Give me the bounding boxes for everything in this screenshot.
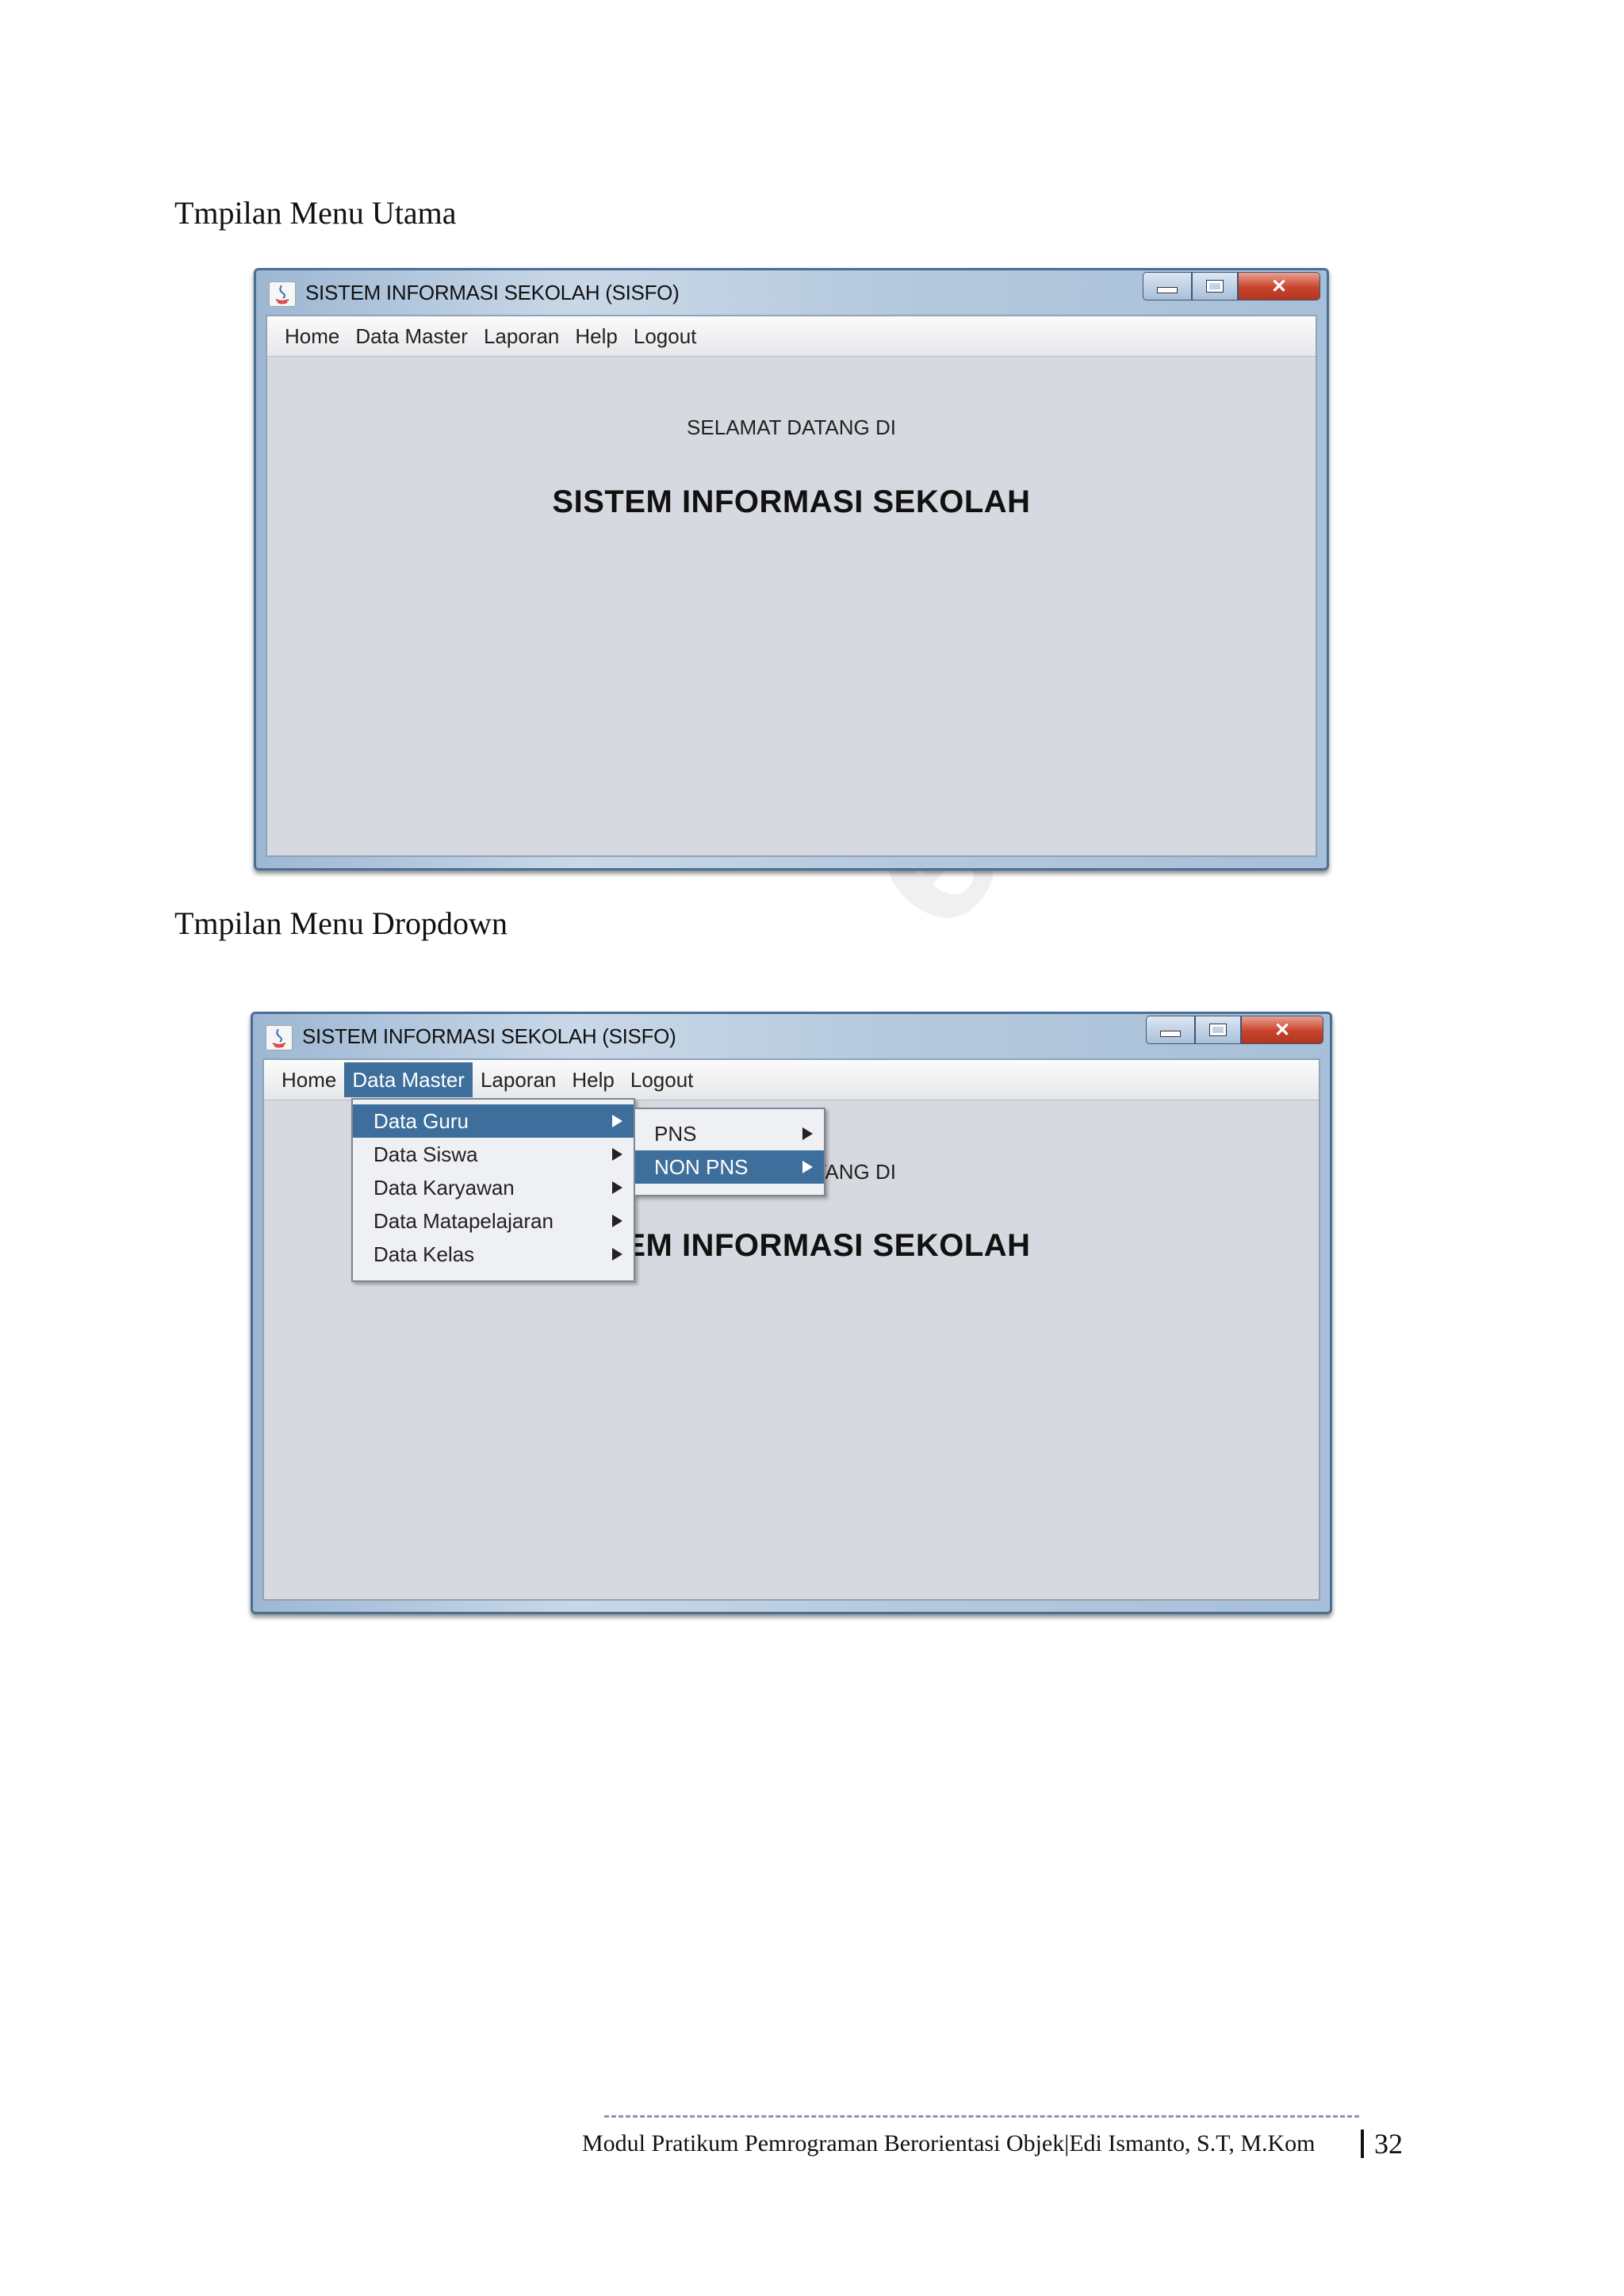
- submenu-arrow-icon: [802, 1127, 813, 1140]
- submenu-item-pns[interactable]: PNS: [635, 1117, 824, 1150]
- popup-item-label: Data Matapelajaran: [373, 1209, 553, 1233]
- popup-item-data-siswa[interactable]: Data Siswa: [353, 1138, 634, 1171]
- menu-help[interactable]: Help: [564, 1062, 622, 1097]
- menu-laporan[interactable]: Laporan: [473, 1062, 564, 1097]
- submenu-arrow-icon: [612, 1115, 622, 1127]
- menu-data-master[interactable]: Data Master: [347, 319, 476, 354]
- popup-item-label: Data Siswa: [373, 1142, 478, 1166]
- caption-main-menu: Tmpilan Menu Utama: [174, 195, 457, 231]
- minimize-icon: [1160, 1031, 1181, 1037]
- menu-help[interactable]: Help: [567, 319, 625, 354]
- footer-text: Modul Pratikum Pemrograman Berorientasi …: [582, 2130, 1316, 2156]
- submenu-item-label: PNS: [654, 1122, 697, 1146]
- menu-laporan[interactable]: Laporan: [476, 319, 567, 354]
- maximize-button[interactable]: [1192, 272, 1238, 300]
- maximize-icon: [1209, 1024, 1227, 1036]
- close-icon: ✕: [1274, 1019, 1291, 1041]
- close-button[interactable]: ✕: [1241, 1016, 1323, 1044]
- menu-bar: Home Data Master Laporan Help Logout: [267, 316, 1316, 357]
- window-title: SISTEM INFORMASI SEKOLAH (SISFO): [305, 281, 680, 304]
- menu-data-master[interactable]: Data Master: [344, 1062, 473, 1097]
- title-bar[interactable]: SISTEM INFORMASI SEKOLAH (SISFO) ✕: [256, 270, 1327, 313]
- submenu-arrow-icon: [612, 1148, 622, 1161]
- submenu-arrow-icon: [612, 1181, 622, 1194]
- footer-separator: [1361, 2130, 1364, 2158]
- java-icon: [266, 1025, 293, 1050]
- menu-logout[interactable]: Logout: [622, 1062, 702, 1097]
- content-panel: Home Data Master Laporan Help Logout SEL…: [266, 315, 1317, 857]
- menu-bar: Home Data Master Laporan Help Logout: [264, 1060, 1319, 1100]
- maximize-icon: [1206, 280, 1224, 293]
- data-master-popup: Data Guru Data Siswa Data Karyawan Data …: [351, 1098, 635, 1282]
- submenu-arrow-icon: [612, 1248, 622, 1261]
- data-guru-submenu: PNS NON PNS: [634, 1108, 825, 1196]
- minimize-button[interactable]: [1146, 1016, 1195, 1044]
- footer-divider: [604, 2115, 1359, 2118]
- minimize-button[interactable]: [1143, 272, 1192, 300]
- close-icon: ✕: [1270, 275, 1288, 297]
- submenu-arrow-icon: [612, 1215, 622, 1227]
- popup-item-data-guru[interactable]: Data Guru: [353, 1104, 634, 1138]
- popup-item-data-matapelajaran[interactable]: Data Matapelajaran: [353, 1204, 634, 1238]
- page-number: 32: [1374, 2128, 1403, 2160]
- dropdown-window: SISTEM INFORMASI SEKOLAH (SISFO) ✕ Home …: [251, 1012, 1332, 1614]
- maximize-button[interactable]: [1195, 1016, 1241, 1044]
- popup-item-data-karyawan[interactable]: Data Karyawan: [353, 1171, 634, 1204]
- popup-item-label: Data Kelas: [373, 1242, 475, 1266]
- main-window: SISTEM INFORMASI SEKOLAH (SISFO) ✕ Home …: [254, 268, 1329, 871]
- caption-dropdown-menu: Tmpilan Menu Dropdown: [174, 905, 508, 941]
- welcome-label: SELAMAT DATANG DI: [687, 415, 896, 439]
- content-panel: Home Data Master Laporan Help Logout SEL…: [262, 1058, 1320, 1601]
- popup-item-label: Data Guru: [373, 1109, 469, 1133]
- popup-item-data-kelas[interactable]: Data Kelas: [353, 1238, 634, 1271]
- submenu-item-label: NON PNS: [654, 1155, 749, 1179]
- submenu-arrow-icon: [802, 1161, 813, 1173]
- popup-item-label: Data Karyawan: [373, 1176, 515, 1200]
- menu-home[interactable]: Home: [274, 1062, 344, 1097]
- app-title-label: SISTEM INFORMASI SEKOLAH: [552, 484, 1031, 519]
- menu-logout[interactable]: Logout: [626, 319, 705, 354]
- java-icon: [269, 281, 296, 307]
- title-bar[interactable]: SISTEM INFORMASI SEKOLAH (SISFO) ✕: [253, 1014, 1330, 1057]
- window-title: SISTEM INFORMASI SEKOLAH (SISFO): [302, 1024, 676, 1048]
- submenu-item-non-pns[interactable]: NON PNS: [635, 1150, 824, 1184]
- close-button[interactable]: ✕: [1238, 272, 1320, 300]
- minimize-icon: [1157, 287, 1178, 293]
- menu-home[interactable]: Home: [277, 319, 347, 354]
